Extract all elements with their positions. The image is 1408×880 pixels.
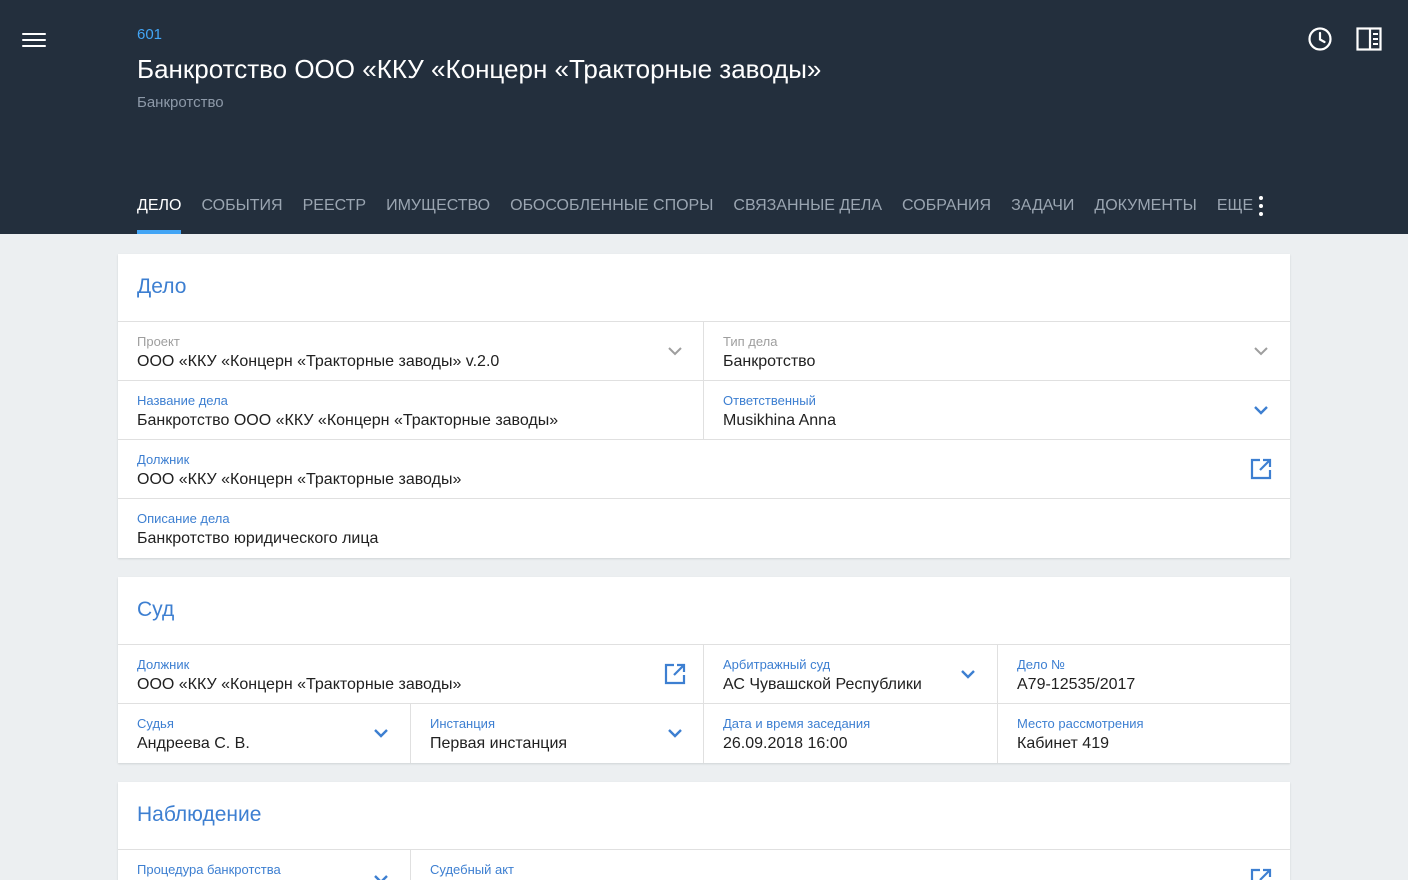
chevron-down-icon[interactable] [663, 721, 687, 745]
side-panel-icon[interactable] [1356, 26, 1382, 52]
court-act-field[interactable]: Судебный акт [411, 850, 1290, 880]
tab-events[interactable]: СОБЫТИЯ [201, 186, 282, 234]
instance-select[interactable]: Инстанция Первая инстанция [411, 704, 704, 763]
app-header: 601 Банкротство ООО «ККУ «Концерн «Тракт… [0, 0, 1408, 234]
court-debtor-label: Должник [137, 657, 190, 672]
tab-tasks[interactable]: ЗАДАЧИ [1011, 186, 1074, 234]
page-title: Банкротство ООО «ККУ «Концерн «Тракторны… [137, 54, 822, 84]
case-type-select[interactable]: Тип дела Банкротство [704, 322, 1290, 380]
open-external-icon[interactable] [663, 662, 687, 686]
debtor-value: ООО «ККУ «Концерн «Тракторные заводы» [137, 471, 462, 488]
hearing-datetime-value: 26.09.2018 16:00 [723, 735, 848, 752]
case-type-label: Тип дела [723, 334, 778, 349]
chevron-down-icon[interactable] [1249, 398, 1273, 422]
description-label: Описание дела [137, 511, 230, 526]
project-label: Проект [137, 334, 180, 349]
venue-label: Место рассмотрения [1017, 716, 1144, 731]
hearing-datetime-label: Дата и время заседания [723, 716, 871, 731]
clock-icon[interactable] [1307, 26, 1333, 52]
chevron-down-icon[interactable] [1249, 339, 1273, 363]
tab-registry[interactable]: РЕЕСТР [303, 186, 366, 234]
tab-more[interactable]: ЕЩЕ [1217, 186, 1253, 234]
debtor-label: Должник [137, 452, 190, 467]
venue-field[interactable]: Место рассмотрения Кабинет 419 [998, 704, 1290, 763]
description-value: Банкротство юридического лица [137, 530, 379, 547]
judge-select[interactable]: Судья Андреева С. В. [118, 704, 411, 763]
tab-property[interactable]: ИМУЩЕСТВО [386, 186, 490, 234]
case-number: 601 [137, 26, 163, 43]
court-case-number-label: Дело № [1017, 657, 1066, 672]
debtor-field[interactable]: Должник ООО «ККУ «Концерн «Тракторные за… [118, 440, 1290, 498]
responsible-select[interactable]: Ответственный Musikhina Anna [704, 381, 1290, 439]
court-case-number-value: А79-12535/2017 [1017, 676, 1136, 693]
case-name-field[interactable]: Название дела Банкротство ООО «ККУ «Конц… [118, 381, 704, 439]
court-section-title: Суд [118, 577, 1290, 645]
project-value: ООО «ККУ «Концерн «Тракторные заводы» v.… [137, 353, 500, 370]
tab-case[interactable]: ДЕЛО [137, 186, 182, 234]
chevron-down-icon[interactable] [369, 867, 393, 880]
tab-documents[interactable]: ДОКУМЕНТЫ [1094, 186, 1196, 234]
open-external-icon[interactable] [1249, 457, 1273, 481]
observation-section-title: Наблюдение [118, 782, 1290, 850]
case-card: Дело Проект ООО «ККУ «Концерн «Тракторны… [118, 254, 1290, 558]
tab-related-cases[interactable]: СВЯЗАННЫЕ ДЕЛА [733, 186, 882, 234]
open-external-icon[interactable] [1249, 867, 1273, 880]
procedure-select[interactable]: Процедура банкротства [118, 850, 411, 880]
responsible-value: Musikhina Anna [723, 412, 836, 429]
chevron-down-icon[interactable] [663, 339, 687, 363]
chevron-down-icon[interactable] [956, 662, 980, 686]
responsible-label: Ответственный [723, 393, 816, 408]
case-name-label: Название дела [137, 393, 228, 408]
page-subtitle: Банкротство [137, 94, 224, 111]
case-section-title: Дело [118, 254, 1290, 322]
tab-bar: ДЕЛО СОБЫТИЯ РЕЕСТР ИМУЩЕСТВО ОБОСОБЛЕНН… [137, 186, 1273, 234]
court-case-number-field[interactable]: Дело № А79-12535/2017 [998, 645, 1290, 703]
case-name-value: Банкротство ООО «ККУ «Концерн «Тракторны… [137, 412, 559, 429]
menu-icon[interactable] [22, 28, 46, 52]
chevron-down-icon[interactable] [369, 721, 393, 745]
hearing-datetime-field[interactable]: Дата и время заседания 26.09.2018 16:00 [704, 704, 998, 763]
venue-value: Кабинет 419 [1017, 735, 1109, 752]
observation-card: Наблюдение Процедура банкротства Судебны… [118, 782, 1290, 880]
tab-separate-disputes[interactable]: ОБОСОБЛЕННЫЕ СПОРЫ [510, 186, 713, 234]
court-act-label: Судебный акт [430, 862, 514, 877]
court-debtor-field[interactable]: Должник ООО «ККУ «Концерн «Тракторные за… [118, 645, 704, 703]
court-debtor-value: ООО «ККУ «Концерн «Тракторные заводы» [137, 676, 462, 693]
court-card: Суд Должник ООО «ККУ «Концерн «Тракторны… [118, 577, 1290, 763]
arbitration-court-select[interactable]: Арбитражный суд АС Чувашской Республики [704, 645, 998, 703]
tab-meetings[interactable]: СОБРАНИЯ [902, 186, 991, 234]
description-field[interactable]: Описание дела Банкротство юридического л… [118, 499, 1290, 558]
project-select[interactable]: Проект ООО «ККУ «Концерн «Тракторные зав… [118, 322, 704, 380]
case-type-value: Банкротство [723, 353, 816, 370]
more-vertical-icon[interactable] [1249, 194, 1273, 218]
